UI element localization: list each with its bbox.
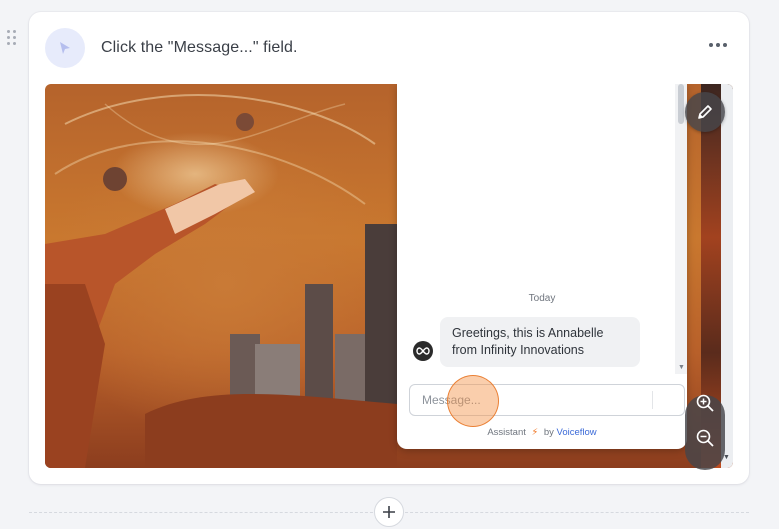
zoom-in-icon bbox=[696, 394, 714, 412]
chat-scroll-down-icon[interactable]: ▼ bbox=[678, 364, 685, 371]
footer-prefix: Assistant bbox=[487, 427, 526, 438]
zoom-out-button[interactable] bbox=[685, 418, 725, 458]
step-title: Click the "Message..." field. bbox=[101, 39, 298, 56]
click-target-highlight bbox=[447, 375, 499, 427]
add-step-button[interactable] bbox=[374, 497, 404, 527]
chat-date-label: Today bbox=[528, 293, 556, 304]
step-card: Click the "Message..." field. ▼ ▼ Today … bbox=[29, 12, 749, 484]
step-avatar bbox=[45, 28, 85, 68]
edit-button[interactable] bbox=[685, 92, 725, 132]
input-divider bbox=[652, 391, 653, 409]
chat-widget: ▼ Today Greetings, this is Annabelle fro… bbox=[397, 84, 687, 449]
bot-message-bubble: Greetings, this is Annabelle from Infini… bbox=[440, 317, 640, 367]
ellipsis-icon bbox=[709, 43, 713, 47]
zoom-out-icon bbox=[696, 429, 714, 447]
chat-footer: Assistant ⚡ by Voiceflow bbox=[397, 427, 687, 438]
voiceflow-link[interactable]: Voiceflow bbox=[557, 427, 597, 438]
background-illustration bbox=[45, 94, 397, 468]
pencil-icon bbox=[698, 105, 712, 119]
plus-icon bbox=[383, 506, 395, 518]
cursor-icon bbox=[60, 42, 70, 54]
chat-scrollbar[interactable] bbox=[675, 84, 687, 374]
footer-by: by bbox=[543, 427, 554, 438]
more-options-button[interactable] bbox=[701, 34, 735, 56]
zoom-in-button[interactable] bbox=[685, 383, 725, 423]
drag-handle-icon[interactable] bbox=[7, 30, 17, 46]
bot-avatar bbox=[413, 341, 433, 361]
infinity-icon bbox=[416, 347, 430, 355]
step-screenshot: ▼ ▼ Today Greetings, this is Annabelle f… bbox=[45, 84, 733, 468]
bolt-icon: ⚡ bbox=[531, 427, 539, 438]
